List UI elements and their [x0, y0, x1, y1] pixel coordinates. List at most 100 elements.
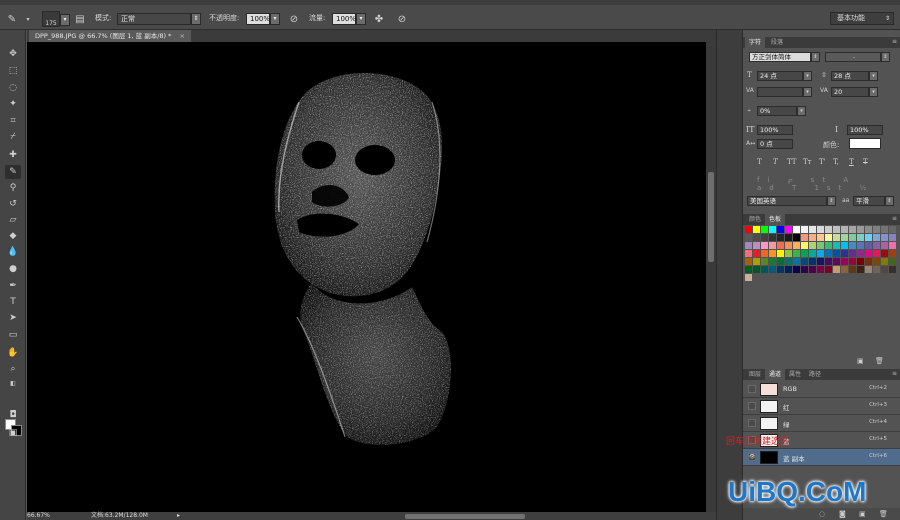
language-select[interactable]: 美国英语	[747, 196, 827, 206]
color-swatch[interactable]	[809, 266, 816, 273]
screen-mode-icon[interactable]: ▣	[5, 426, 21, 440]
color-swatch[interactable]	[881, 226, 888, 233]
color-swatch[interactable]	[849, 266, 856, 273]
color-swatch[interactable]	[849, 226, 856, 233]
color-swatch[interactable]	[745, 274, 752, 281]
tab-color[interactable]: 颜色	[745, 214, 765, 225]
strikethrough-button[interactable]: T	[863, 158, 875, 166]
color-swatch[interactable]	[801, 250, 808, 257]
color-swatch[interactable]	[785, 266, 792, 273]
color-swatch[interactable]	[817, 226, 824, 233]
color-swatch[interactable]	[841, 250, 848, 257]
superscript-button[interactable]: T'	[819, 158, 831, 166]
brush-picker-arrow[interactable]: ▾	[60, 14, 70, 26]
font-style-arrow[interactable]: ⇕	[881, 52, 890, 62]
color-swatch[interactable]	[745, 266, 752, 273]
vertical-scale-input[interactable]: 100%	[757, 125, 793, 135]
swatches-menu-icon[interactable]: ≡	[892, 215, 897, 222]
zoom-tool-icon[interactable]: ⌕	[5, 362, 21, 376]
document-tab[interactable]: DPP_988.JPG @ 66.7% (图层 1, 蓝 副本/8) * ×	[29, 30, 191, 42]
color-swatch[interactable]	[849, 250, 856, 257]
airbrush-icon[interactable]: ✤	[373, 14, 385, 26]
color-swatch[interactable]	[753, 266, 760, 273]
color-swatch[interactable]	[769, 234, 776, 241]
zoom-level[interactable]: 66.67%	[27, 512, 50, 520]
color-swatch[interactable]	[809, 258, 816, 265]
color-swatch[interactable]	[825, 234, 832, 241]
text-color-swatch[interactable]	[849, 138, 881, 149]
horizontal-scroll-thumb[interactable]	[405, 514, 525, 519]
color-swatch[interactable]	[777, 266, 784, 273]
brush-tool-icon[interactable]: ✎	[6, 14, 18, 26]
color-swatch[interactable]	[865, 226, 872, 233]
tool-preset-dropdown-icon[interactable]: ▾	[22, 14, 34, 26]
color-swatch[interactable]	[753, 226, 760, 233]
color-swatch[interactable]	[769, 258, 776, 265]
quick-select-tool-icon[interactable]: ✦	[5, 97, 21, 111]
color-swatch[interactable]	[889, 250, 896, 257]
color-swatch[interactable]	[865, 242, 872, 249]
color-swatch[interactable]	[801, 226, 808, 233]
color-swatch[interactable]	[833, 266, 840, 273]
color-swatch[interactable]	[745, 250, 752, 257]
color-swatch[interactable]	[849, 258, 856, 265]
channels-menu-icon[interactable]: ≡	[892, 370, 897, 377]
color-swatch[interactable]	[769, 250, 776, 257]
channel-row[interactable]: 绿 Ctrl+4	[743, 415, 900, 432]
color-swatch[interactable]	[753, 242, 760, 249]
color-swatch[interactable]	[777, 250, 784, 257]
color-swatch[interactable]	[777, 226, 784, 233]
color-swatch[interactable]	[833, 226, 840, 233]
color-swatch[interactable]	[817, 242, 824, 249]
tracking-input[interactable]: 20	[831, 87, 869, 97]
delete-channel-icon[interactable]: 🗑	[879, 510, 888, 518]
save-selection-icon[interactable]: ◙	[839, 510, 846, 518]
kerning-arrow[interactable]: ▾	[803, 87, 812, 97]
eraser-tool-icon[interactable]: ▱	[5, 213, 21, 227]
color-swatch[interactable]	[785, 226, 792, 233]
color-swatch[interactable]	[873, 242, 880, 249]
color-swatch[interactable]	[889, 242, 896, 249]
color-swatch[interactable]	[793, 242, 800, 249]
language-arrow[interactable]: ⇕	[827, 196, 836, 206]
font-family-arrow[interactable]: ⇕	[811, 52, 820, 62]
color-swatch[interactable]	[889, 266, 896, 273]
pressure-size-icon[interactable]: ⊘	[396, 14, 408, 26]
color-swatch[interactable]	[881, 242, 888, 249]
color-swatch[interactable]	[745, 234, 752, 241]
tsume-input[interactable]: 0%	[757, 106, 797, 116]
color-swatch[interactable]	[801, 258, 808, 265]
color-swatch[interactable]	[761, 226, 768, 233]
vertical-scroll-thumb[interactable]	[708, 172, 714, 262]
tab-channels[interactable]: 通道	[765, 369, 786, 380]
visibility-eye-icon[interactable]: 👁	[748, 453, 756, 461]
color-swatch[interactable]	[857, 234, 864, 241]
color-swatch[interactable]	[745, 226, 752, 233]
color-swatch[interactable]	[873, 234, 880, 241]
font-size-arrow[interactable]: ▾	[803, 71, 812, 81]
color-swatch[interactable]	[833, 242, 840, 249]
trash-icon[interactable]: 🗑	[875, 357, 884, 365]
tracking-arrow[interactable]: ▾	[869, 87, 878, 97]
color-swatch[interactable]	[769, 242, 776, 249]
color-swatch[interactable]	[865, 258, 872, 265]
new-channel-icon[interactable]: ▣	[859, 510, 866, 518]
color-swatch[interactable]	[777, 242, 784, 249]
faux-bold-button[interactable]: T	[757, 158, 769, 166]
color-swatch[interactable]	[777, 258, 784, 265]
anti-alias-select[interactable]: 平滑	[853, 196, 885, 206]
color-swatch[interactable]	[825, 242, 832, 249]
color-swatch[interactable]	[841, 258, 848, 265]
tsume-arrow[interactable]: ▾	[797, 106, 806, 116]
tab-paragraph[interactable]: 段落	[767, 37, 787, 48]
mode-select[interactable]: 正常	[117, 13, 191, 25]
color-swatch[interactable]	[769, 266, 776, 273]
tab-swatches[interactable]: 色板	[765, 214, 786, 225]
font-style-select[interactable]: -	[825, 52, 881, 62]
color-swatch[interactable]	[873, 258, 880, 265]
color-swatch[interactable]	[849, 234, 856, 241]
tab-layers[interactable]: 图层	[745, 369, 765, 380]
color-swatch[interactable]	[761, 250, 768, 257]
color-swatch[interactable]	[809, 234, 816, 241]
color-swatch[interactable]	[817, 234, 824, 241]
